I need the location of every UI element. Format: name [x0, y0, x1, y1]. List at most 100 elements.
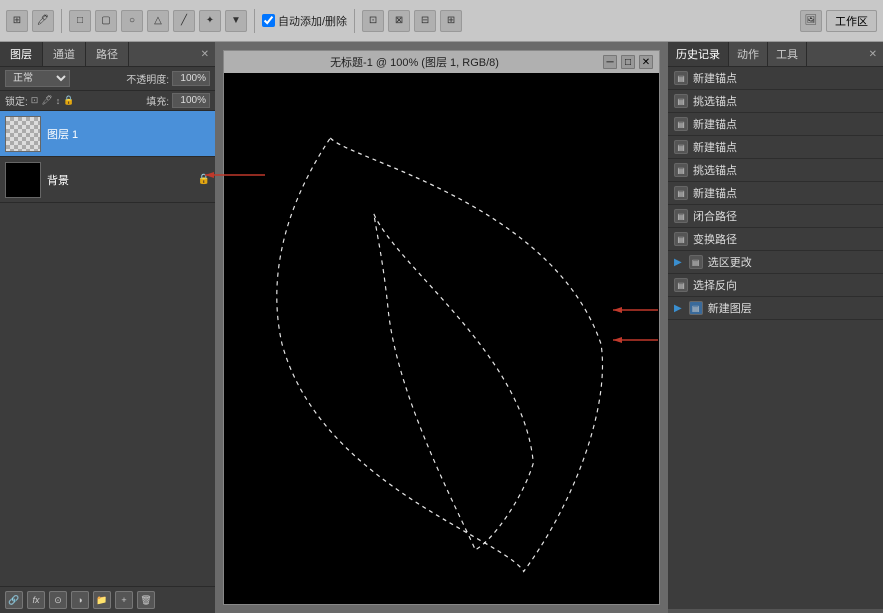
tab-actions[interactable]: 动作: [729, 42, 768, 66]
toolbar-icon-1[interactable]: ⊞: [6, 10, 28, 32]
workspace-button[interactable]: 工作区: [826, 10, 877, 32]
canvas-window: 无标题-1 @ 100% (图层 1, RGB/8) ─ □ ✕: [223, 50, 660, 605]
window-close[interactable]: ✕: [639, 55, 653, 69]
opacity-label: 不透明度:: [126, 71, 169, 86]
toolbar-separator-2: [254, 9, 255, 33]
toolbar-icon-rect[interactable]: □: [69, 10, 91, 32]
opacity-input[interactable]: [172, 71, 210, 86]
history-item-1[interactable]: ▤挑选锚点: [668, 90, 883, 113]
layer1-thumbnail: [5, 116, 41, 152]
canvas-title: 无标题-1 @ 100% (图层 1, RGB/8): [230, 54, 599, 70]
opacity-control: 不透明度:: [126, 71, 210, 86]
delete-layer-icon[interactable]: 🗑: [137, 591, 155, 609]
history-item-3[interactable]: ▤ 新建锚点: [668, 136, 883, 159]
adjustment-icon[interactable]: ◑: [71, 591, 89, 609]
history-item-9[interactable]: ▤ 选择反向: [668, 274, 883, 297]
history-item-10[interactable]: ▶ ▤ 新建图层: [668, 297, 883, 320]
toolbar-icon-5[interactable]: ⊡: [362, 10, 384, 32]
toolbar-icon-8[interactable]: ⊞: [440, 10, 462, 32]
toolbar-icon-img[interactable]: 🖼: [800, 10, 822, 32]
blend-opacity-row: 正常 不透明度:: [0, 67, 215, 91]
window-minimize[interactable]: ─: [603, 55, 617, 69]
toolbar-icon-arrow[interactable]: ▼: [225, 10, 247, 32]
toolbar-icon-polygon[interactable]: △: [147, 10, 169, 32]
fill-input[interactable]: [172, 93, 210, 108]
history-item-2[interactable]: ▤ 新建锚点: [668, 113, 883, 136]
blend-mode-select[interactable]: 正常: [5, 70, 70, 87]
toolbar-icon-2[interactable]: 🖊: [32, 10, 54, 32]
history-list: ▤新建锚点▤挑选锚点▤新建锚点▤新建锚点▤挑选锚点▤新建锚点▤闭合路径▤变换路径…: [668, 67, 883, 609]
toolbar-icon-6[interactable]: ⊠: [388, 10, 410, 32]
group-icon[interactable]: 📁: [93, 591, 111, 609]
history-item-6[interactable]: ▤闭合路径: [668, 205, 883, 228]
layer-item-background[interactable]: 背景 🔒: [0, 157, 215, 203]
background-name: 背景: [47, 172, 198, 188]
history-item-arrow-10: ▶: [674, 303, 682, 314]
history-item-icon-8: ▤: [689, 255, 703, 269]
background-thumbnail: [5, 162, 41, 198]
tab-channels[interactable]: 通道: [43, 42, 86, 66]
fill-control: 填充:: [146, 93, 210, 108]
mask-icon[interactable]: ⊙: [49, 591, 67, 609]
history-item-label-3: 新建锚点: [693, 139, 737, 155]
layer1-name: 图层 1: [47, 126, 210, 142]
toolbar-icon-custom[interactable]: ✦: [199, 10, 221, 32]
lock-icon-2[interactable]: 🖊: [41, 95, 52, 106]
history-item-label-10: 新建图层: [708, 300, 752, 316]
history-item-7[interactable]: ▤ 变换路径: [668, 228, 883, 251]
left-panel: 图层 通道 路径 ✕ 正常 不透明度: 锁定: ⊡ 🖊 ↕ 🔒 填充: 图层 1: [0, 42, 215, 613]
tab-tools[interactable]: 工具: [768, 42, 807, 66]
fx-icon[interactable]: fx: [27, 591, 45, 609]
history-item-icon-5: ▤: [674, 186, 688, 200]
history-item-icon-3: ▤: [674, 140, 688, 154]
tab-history[interactable]: 历史记录: [668, 42, 729, 66]
right-panel-tabs: 历史记录 动作 工具 ✕: [668, 42, 883, 67]
history-item-label-7: 变换路径: [693, 231, 737, 247]
link-layers-icon[interactable]: 🔗: [5, 591, 23, 609]
layer-item-layer1[interactable]: 图层 1: [0, 111, 215, 157]
history-item-8[interactable]: ▶ ▤ 选区更改: [668, 251, 883, 274]
history-item-5[interactable]: ▤ 新建锚点: [668, 182, 883, 205]
canvas-content: [224, 73, 659, 604]
toolbar-icon-7[interactable]: ⊟: [414, 10, 436, 32]
toolbar-icon-rounded[interactable]: ▢: [95, 10, 117, 32]
history-item-0[interactable]: ▤新建锚点: [668, 67, 883, 90]
history-item-4[interactable]: ▤ 挑选锚点: [668, 159, 883, 182]
lock-label: 锁定:: [5, 93, 28, 108]
toolbar-icon-ellipse[interactable]: ○: [121, 10, 143, 32]
history-item-icon-4: ▤: [674, 163, 688, 177]
history-item-label-8: 选区更改: [708, 254, 752, 270]
lock-icon-4[interactable]: 🔒: [63, 95, 74, 106]
history-item-icon-7: ▤: [674, 232, 688, 246]
right-panel-close[interactable]: ✕: [863, 47, 883, 62]
toolbar-right: 🖼 工作区: [800, 10, 877, 32]
history-item-label-0: 新建锚点: [693, 70, 737, 86]
panel-close[interactable]: ✕: [195, 47, 215, 62]
history-item-label-2: 新建锚点: [693, 116, 737, 132]
history-item-label-4: 挑选锚点: [693, 162, 737, 178]
new-layer-icon[interactable]: +: [115, 591, 133, 609]
history-item-icon-2: ▤: [674, 117, 688, 131]
history-item-icon-10: ▤: [689, 301, 703, 315]
lock-icon-1[interactable]: ⊡: [31, 95, 39, 106]
lock-icon-3[interactable]: ↕: [56, 96, 61, 106]
history-item-icon-9: ▤: [674, 278, 688, 292]
history-item-icon-6: ▤: [674, 209, 688, 223]
history-item-arrow-8: ▶: [674, 257, 682, 268]
top-toolbar: ⊞ 🖊 □ ▢ ○ △ ╱ ✦ ▼ 自动添加/删除 ⊡ ⊠ ⊟ ⊞ 🖼 工作区: [0, 0, 883, 42]
tab-paths[interactable]: 路径: [86, 42, 129, 66]
toolbar-icon-line[interactable]: ╱: [173, 10, 195, 32]
history-item-icon-1: ▤: [674, 94, 688, 108]
tab-layers[interactable]: 图层: [0, 42, 43, 66]
history-item-label-5: 新建锚点: [693, 185, 737, 201]
history-item-label-9: 选择反向: [693, 277, 737, 293]
auto-add-checkbox[interactable]: [262, 14, 275, 27]
canvas-path-svg: [224, 73, 659, 604]
auto-add-label[interactable]: 自动添加/删除: [262, 13, 347, 29]
background-lock: 🔒: [198, 174, 210, 185]
fill-label: 填充:: [146, 93, 169, 108]
panel-resize-handle[interactable]: [668, 609, 883, 613]
panel-bottom-icons: 🔗 fx ⊙ ◑ 📁 + 🗑: [0, 586, 215, 613]
window-restore[interactable]: □: [621, 55, 635, 69]
right-panel: 历史记录 动作 工具 ✕ ▤新建锚点▤挑选锚点▤新建锚点▤新建锚点▤挑选锚点▤新…: [668, 42, 883, 613]
